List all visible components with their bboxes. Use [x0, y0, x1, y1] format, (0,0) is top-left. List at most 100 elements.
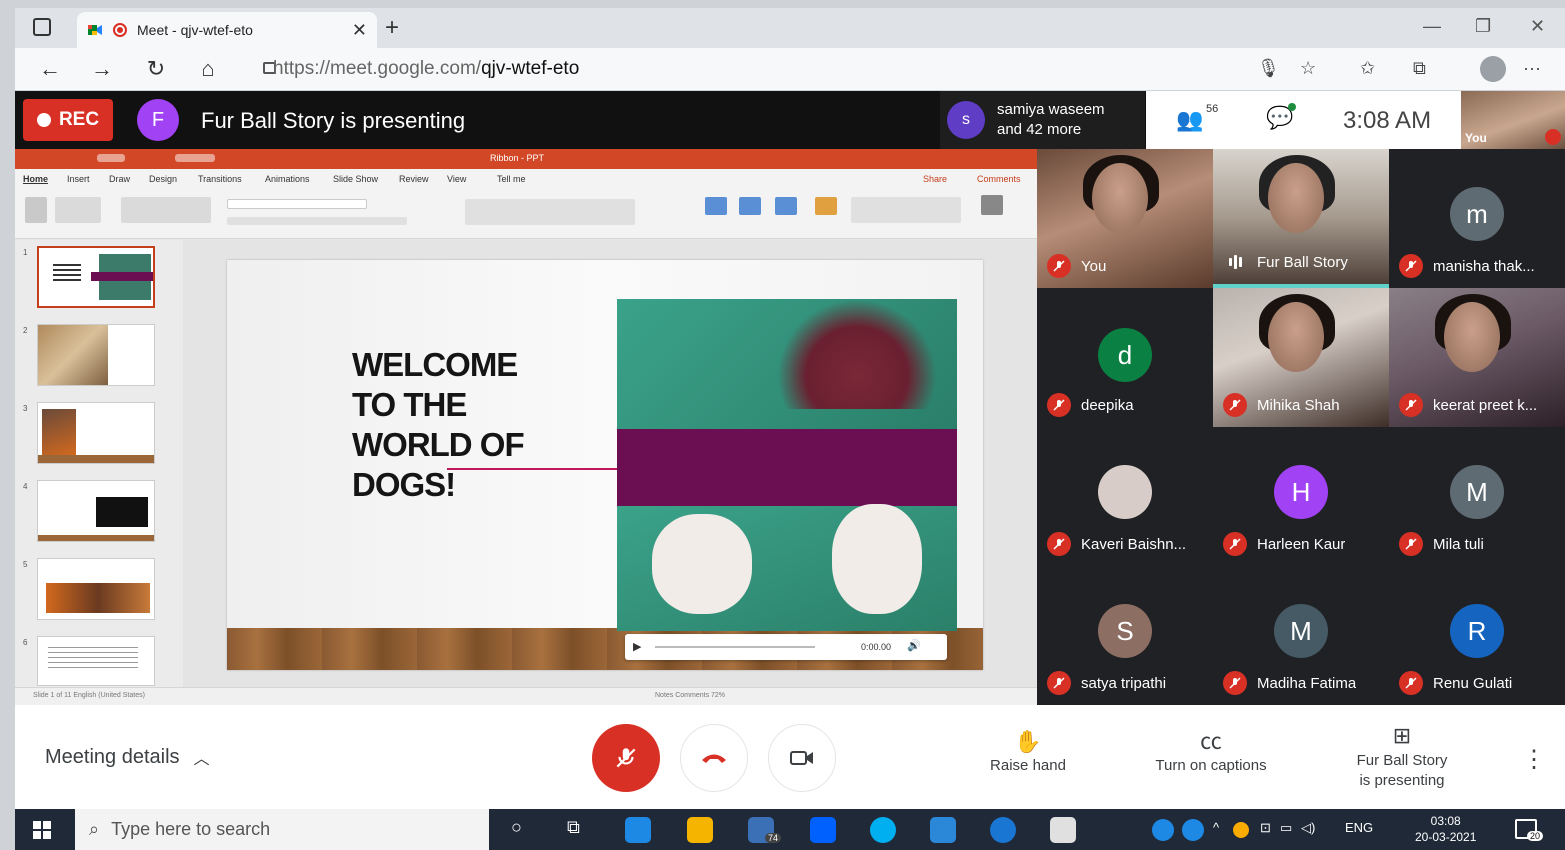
- thumb-number: 1: [23, 248, 28, 257]
- participant-tile[interactable]: Mihika Shah: [1213, 288, 1389, 427]
- muted-mic-icon: [1223, 393, 1247, 417]
- url-host: https://meet.google.com/: [273, 58, 482, 79]
- paste-icon: [25, 197, 47, 223]
- battery-icon[interactable]: ▭: [1280, 820, 1292, 836]
- internet-explorer-icon[interactable]: [990, 817, 1016, 843]
- norton-icon[interactable]: [1233, 822, 1249, 838]
- restore-icon[interactable]: ❐: [1475, 16, 1491, 37]
- ppt-tab: View: [447, 174, 467, 184]
- minimize-icon[interactable]: —: [1423, 16, 1441, 37]
- skype-icon[interactable]: [870, 817, 896, 843]
- hang-up-icon: [702, 754, 726, 763]
- help-icon[interactable]: [1152, 819, 1174, 841]
- store-icon[interactable]: [1050, 817, 1076, 843]
- chat-unread-dot: [1288, 103, 1296, 111]
- collections-icon[interactable]: ⧉: [1413, 58, 1426, 79]
- taskbar-clock[interactable]: 03:08 20-03-2021: [1415, 813, 1476, 845]
- ppt-share-button: Share: [923, 174, 948, 184]
- participant-tile[interactable]: M Mila tuli: [1389, 427, 1565, 566]
- windows-start-icon[interactable]: [33, 821, 51, 839]
- meet-favicon-icon: [88, 25, 102, 35]
- participant-tile[interactable]: Kaveri Baishn...: [1037, 427, 1213, 566]
- video-volume-icon[interactable]: 🔊: [907, 639, 921, 652]
- slide-thumbnail[interactable]: [37, 636, 155, 686]
- shapes-icon: [739, 197, 761, 215]
- participant-name: Fur Ball Story: [1257, 253, 1348, 271]
- edge-browser-icon[interactable]: [625, 817, 651, 843]
- microphone-permission-icon[interactable]: 🎙: [1257, 58, 1280, 79]
- participant-tile[interactable]: keerat preet k...: [1389, 288, 1565, 427]
- slide-thumbnail[interactable]: [37, 480, 155, 542]
- tray-chevron-icon[interactable]: ^: [1213, 820, 1219, 835]
- slide-accent-line: [447, 468, 617, 470]
- raise-hand-button[interactable]: ✋ Raise hand: [983, 727, 1073, 774]
- join-notification[interactable]: s samiya waseem and 42 more: [940, 91, 1145, 149]
- recording-badge[interactable]: REC: [23, 99, 113, 141]
- presentation-button[interactable]: ⊞ Fur Ball Story is presenting: [1345, 721, 1459, 791]
- notification-badge: 20: [1527, 831, 1544, 841]
- file-explorer-icon[interactable]: [687, 817, 713, 843]
- dropbox-icon[interactable]: [810, 817, 836, 843]
- tab-meet[interactable]: Meet - qjv-wtef-eto ✕: [77, 12, 377, 48]
- forward-icon[interactable]: →: [87, 56, 117, 82]
- back-icon[interactable]: ←: [35, 56, 65, 82]
- network-icon[interactable]: ⊡: [1260, 820, 1271, 836]
- tab-actions-icon[interactable]: [33, 18, 51, 36]
- participant-tile[interactable]: R Renu Gulati: [1389, 566, 1565, 705]
- leave-call-button[interactable]: [680, 724, 748, 792]
- tab-close-icon[interactable]: ✕: [352, 20, 367, 41]
- refresh-icon[interactable]: ↻: [141, 56, 171, 82]
- participant-tile[interactable]: You: [1037, 149, 1213, 288]
- participant-tile[interactable]: Fur Ball Story: [1213, 149, 1389, 288]
- ppt-ribbon: [15, 189, 1037, 239]
- slide: WELCOME TO THE WORLD OF DOGS! ▶ 0:00.00 …: [227, 260, 983, 670]
- participant-tile[interactable]: M Madiha Fatima: [1213, 566, 1389, 705]
- video-controls[interactable]: ▶ 0:00.00 🔊: [625, 634, 947, 660]
- volume-icon[interactable]: ◁): [1301, 820, 1315, 836]
- quick-access-toolbar: [175, 154, 215, 162]
- profile-avatar[interactable]: [1480, 56, 1506, 82]
- participant-tile[interactable]: S satya tripathi: [1037, 566, 1213, 705]
- slide-heading-line: DOGS!: [352, 466, 456, 503]
- slide-video[interactable]: [617, 299, 957, 631]
- ppt-tab: Insert: [67, 174, 90, 184]
- participant-tile[interactable]: m manisha thak...: [1389, 149, 1565, 288]
- participant-avatar: R: [1450, 604, 1504, 658]
- slide-thumbnail[interactable]: [37, 558, 155, 620]
- meeting-details-button[interactable]: Meeting details ︿: [45, 745, 210, 769]
- url-field[interactable]: https://meet.google.com/qjv-wtef-eto: [273, 58, 579, 80]
- more-menu-icon[interactable]: ···: [1523, 58, 1541, 79]
- slide-thumbnail[interactable]: [37, 324, 155, 386]
- captions-button[interactable]: ㏄ Turn on captions: [1145, 727, 1277, 774]
- language-indicator[interactable]: ENG: [1345, 820, 1373, 835]
- participant-tile[interactable]: H Harleen Kaur: [1213, 427, 1389, 566]
- new-tab-icon[interactable]: +: [385, 14, 399, 42]
- self-view-tile[interactable]: You: [1461, 91, 1565, 149]
- ppt-tab: Design: [149, 174, 178, 184]
- people-icon[interactable]: 👥: [1176, 107, 1203, 133]
- slide-thumbnail[interactable]: [37, 246, 155, 308]
- thumbnail-image: [42, 409, 76, 455]
- more-options-icon[interactable]: ⋮: [1522, 745, 1546, 774]
- play-icon[interactable]: ▶: [633, 640, 641, 653]
- taskbar-search[interactable]: ⌕ Type here to search: [75, 809, 489, 850]
- design-ideas-icon: [981, 195, 1003, 215]
- home-icon[interactable]: ⌂: [193, 56, 223, 82]
- muted-mic-icon: [1047, 671, 1071, 695]
- favorites-icon[interactable]: ✩: [1360, 58, 1375, 79]
- window-close-icon[interactable]: ✕: [1530, 16, 1545, 37]
- slide-thumbnails: 1 2 3 4 5 6: [15, 240, 183, 687]
- participant-tile[interactable]: d deepika: [1037, 288, 1213, 427]
- add-favorite-icon[interactable]: ☆: [1300, 58, 1316, 79]
- camera-button[interactable]: [768, 724, 836, 792]
- cortana-icon[interactable]: ○: [511, 817, 522, 838]
- unmute-button[interactable]: [592, 724, 660, 792]
- help-icon-2[interactable]: [1182, 819, 1204, 841]
- ppt-status-left: Slide 1 of 11 English (United States): [33, 692, 145, 699]
- slide-thumbnail[interactable]: [37, 402, 155, 464]
- ppt-tab: Home: [23, 174, 49, 184]
- task-view-icon[interactable]: ⧉: [567, 817, 580, 838]
- video-scrubber[interactable]: [655, 646, 815, 648]
- thumbnail-text: [48, 647, 138, 669]
- vscode-icon[interactable]: [930, 817, 956, 843]
